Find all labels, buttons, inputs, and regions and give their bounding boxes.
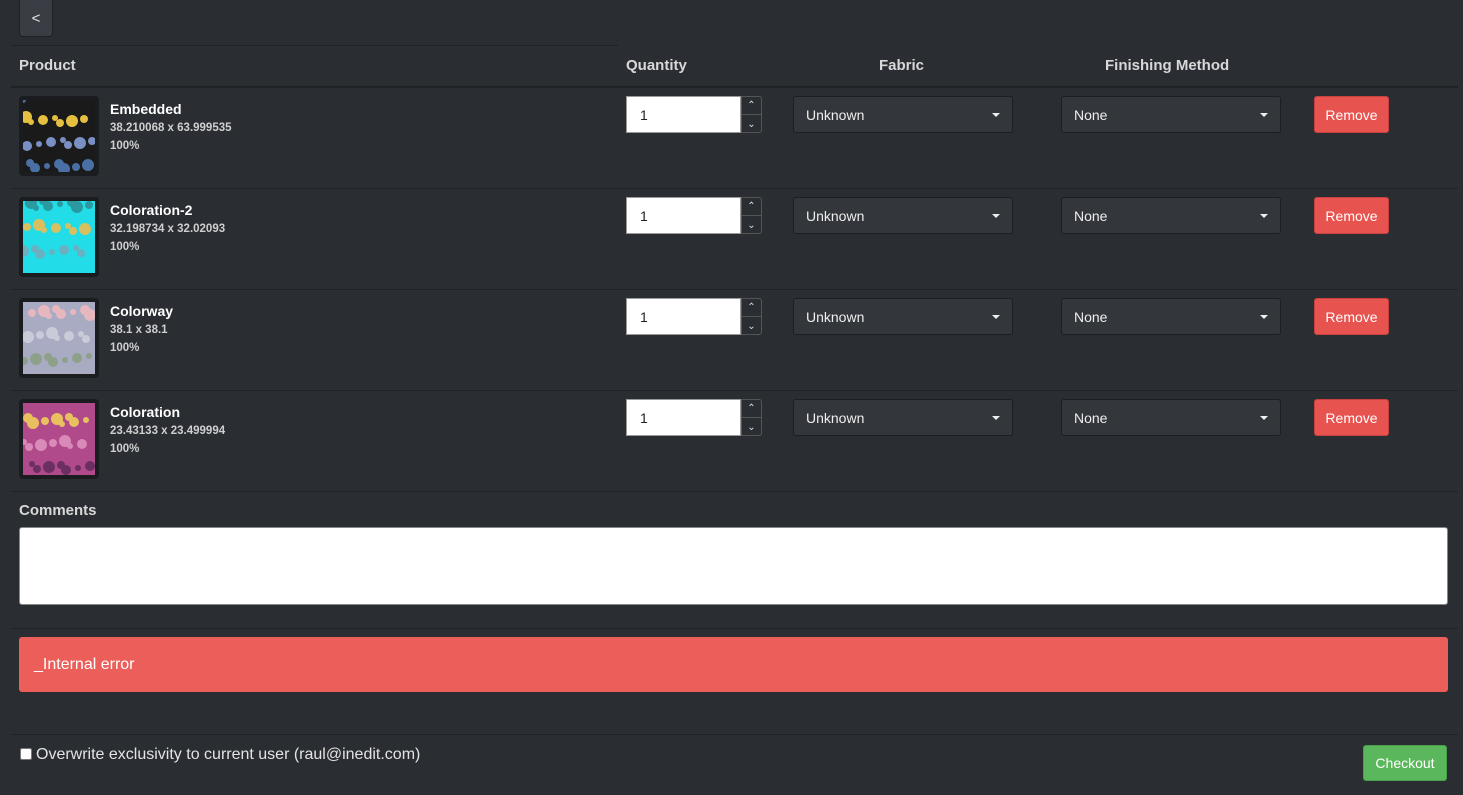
- product-dimensions: 32.198734 x 32.02093: [110, 223, 226, 235]
- header-fabric: Fabric: [879, 57, 925, 74]
- divider: [11, 734, 1458, 735]
- product-row: Coloration-2 32.198734 x 32.02093 100% 1…: [11, 189, 1458, 290]
- pattern-image: [20, 97, 96, 175]
- quantity-stepper[interactable]: ⌃ ⌄: [741, 197, 762, 234]
- header-finishing-method: Finishing Method: [1105, 57, 1230, 74]
- divider: [11, 628, 1458, 629]
- fabric-value: Unknown: [806, 106, 865, 123]
- caret-down-icon: [992, 113, 1000, 117]
- product-row: Embedded 38.210068 x 63.999535 100% 1 ⌃ …: [11, 88, 1458, 189]
- chevron-down-icon[interactable]: ⌄: [742, 317, 761, 335]
- product-thumbnail: [19, 298, 99, 378]
- header-product: Product: [19, 57, 76, 74]
- caret-down-icon: [1260, 416, 1268, 420]
- quantity-stepper[interactable]: ⌃ ⌄: [741, 399, 762, 436]
- product-name: Coloration-2: [110, 202, 193, 218]
- finishing-method-select[interactable]: None: [1061, 96, 1281, 133]
- caret-down-icon: [1260, 113, 1268, 117]
- product-row: Coloration 23.43133 x 23.499994 100% 1 ⌃…: [11, 391, 1458, 492]
- quantity-input[interactable]: 1: [626, 197, 741, 234]
- product-scale: 100%: [110, 342, 140, 354]
- back-button[interactable]: <: [19, 0, 53, 37]
- divider: [11, 45, 618, 46]
- caret-down-icon: [992, 315, 1000, 319]
- product-row: Colorway 38.1 x 38.1 100% 1 ⌃ ⌄ Unknown …: [11, 290, 1458, 391]
- fabric-select[interactable]: Unknown: [793, 298, 1013, 335]
- chevron-up-icon[interactable]: ⌃: [742, 97, 761, 115]
- caret-down-icon: [1260, 315, 1268, 319]
- finishing-value: None: [1074, 207, 1108, 224]
- fabric-select[interactable]: Unknown: [793, 197, 1013, 234]
- finishing-value: None: [1074, 308, 1108, 325]
- finishing-method-select[interactable]: None: [1061, 197, 1281, 234]
- finishing-value: None: [1074, 106, 1108, 123]
- product-thumbnail: [19, 96, 99, 176]
- header-quantity: Quantity: [626, 57, 687, 74]
- caret-down-icon: [992, 416, 1000, 420]
- fabric-select[interactable]: Unknown: [793, 399, 1013, 436]
- checkout-button[interactable]: Checkout: [1363, 745, 1447, 781]
- comments-textarea[interactable]: [19, 527, 1448, 605]
- quantity-input[interactable]: 1: [626, 399, 741, 436]
- product-scale: 100%: [110, 241, 140, 253]
- chevron-up-icon[interactable]: ⌃: [742, 400, 761, 418]
- product-thumbnail: [17, 197, 99, 277]
- fabric-value: Unknown: [806, 409, 865, 426]
- product-thumbnail: [19, 399, 99, 479]
- quantity-stepper[interactable]: ⌃ ⌄: [741, 96, 762, 133]
- quantity-input[interactable]: 1: [626, 298, 741, 335]
- chevron-up-icon[interactable]: ⌃: [742, 198, 761, 216]
- exclusivity-label: Overwrite exclusivity to current user (r…: [36, 746, 421, 763]
- pattern-image: [21, 403, 95, 475]
- error-alert: _Internal error: [19, 637, 1448, 692]
- caret-down-icon: [992, 214, 1000, 218]
- remove-button[interactable]: Remove: [1314, 197, 1389, 234]
- product-dimensions: 38.210068 x 63.999535: [110, 122, 232, 134]
- finishing-method-select[interactable]: None: [1061, 399, 1281, 436]
- remove-button[interactable]: Remove: [1314, 96, 1389, 133]
- product-name: Colorway: [110, 303, 174, 319]
- finishing-method-select[interactable]: None: [1061, 298, 1281, 335]
- remove-button[interactable]: Remove: [1314, 298, 1389, 335]
- fabric-value: Unknown: [806, 207, 865, 224]
- chevron-up-icon[interactable]: ⌃: [742, 299, 761, 317]
- product-dimensions: 23.43133 x 23.499994: [110, 425, 226, 437]
- product-scale: 100%: [110, 443, 140, 455]
- exclusivity-checkbox[interactable]: [20, 748, 32, 760]
- product-dimensions: 38.1 x 38.1: [110, 324, 168, 336]
- product-scale: 100%: [110, 140, 140, 152]
- chevron-down-icon[interactable]: ⌄: [742, 418, 761, 436]
- product-name: Embedded: [110, 101, 182, 117]
- caret-down-icon: [1260, 214, 1268, 218]
- quantity-stepper[interactable]: ⌃ ⌄: [741, 298, 762, 335]
- comments-label: Comments: [19, 502, 97, 519]
- quantity-input[interactable]: 1: [626, 96, 741, 133]
- order-panel: Product Quantity Fabric Finishing Method…: [11, 45, 1458, 795]
- fabric-value: Unknown: [806, 308, 865, 325]
- chevron-down-icon[interactable]: ⌄: [742, 115, 761, 133]
- product-name: Coloration: [110, 404, 180, 420]
- fabric-select[interactable]: Unknown: [793, 96, 1013, 133]
- remove-button[interactable]: Remove: [1314, 399, 1389, 436]
- chevron-down-icon[interactable]: ⌄: [742, 216, 761, 234]
- pattern-image: [20, 302, 96, 374]
- pattern-image: [17, 197, 95, 273]
- finishing-value: None: [1074, 409, 1108, 426]
